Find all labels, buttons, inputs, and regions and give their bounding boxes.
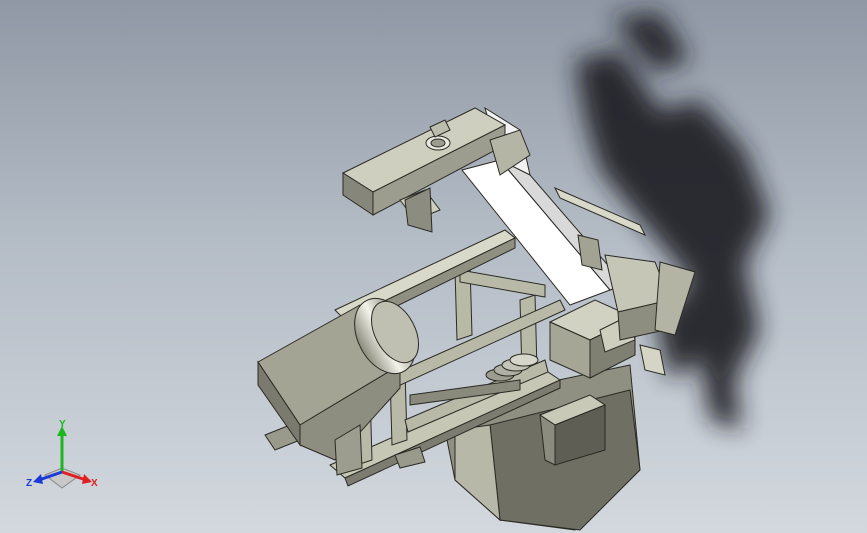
coordinate-triad: Y X Z <box>26 420 98 489</box>
z-arrow-icon <box>33 474 43 484</box>
y-axis-label: Y <box>59 420 66 430</box>
z-axis-label: Z <box>26 478 32 489</box>
3d-viewport[interactable]: Y X Z <box>0 0 867 533</box>
x-axis-label: X <box>91 478 98 489</box>
model-scene[interactable] <box>0 0 867 533</box>
